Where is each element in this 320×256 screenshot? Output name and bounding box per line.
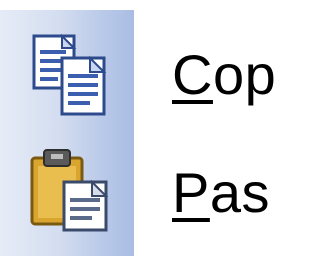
menu-item-paste-label: Pas: [172, 161, 271, 224]
menu-item-copy[interactable]: Cop: [0, 10, 276, 128]
accelerator-key: P: [172, 161, 210, 224]
accelerator-key: C: [172, 43, 213, 106]
menu-top-edge: [0, 0, 256, 10]
menu-item-paste[interactable]: Pas: [0, 128, 270, 246]
copy-icon: [20, 28, 116, 124]
menu-item-copy-label: Cop: [172, 43, 277, 106]
paste-icon: [20, 142, 116, 238]
